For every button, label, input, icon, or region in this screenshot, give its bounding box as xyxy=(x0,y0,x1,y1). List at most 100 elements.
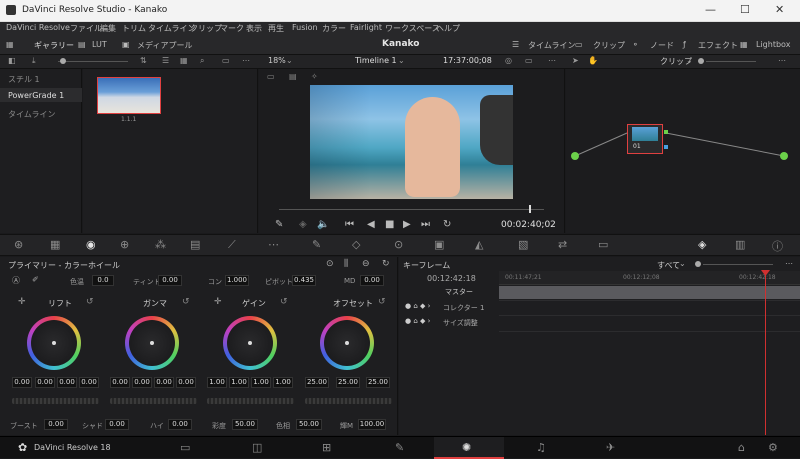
offset-b[interactable]: 25.00 xyxy=(366,377,390,388)
gain-r[interactable]: 1.00 xyxy=(229,377,249,388)
track-enable-dot[interactable]: ● ⌂ ◆ › xyxy=(405,302,430,310)
timeline-ruler[interactable]: 00:11:47;21 00:12:12;08 00:12:42:18 xyxy=(499,271,800,285)
keyframe-playhead[interactable] xyxy=(765,273,766,435)
log-icon[interactable]: ⊖ xyxy=(362,259,370,269)
lum-mix-field[interactable]: 100.00 xyxy=(358,419,386,430)
still-icon[interactable]: ▭ xyxy=(222,56,230,65)
sidebar-toggle-icon[interactable]: ◧ xyxy=(8,56,16,65)
menu-mark[interactable]: マーク xyxy=(220,23,244,34)
offset-g[interactable]: 25.00 xyxy=(336,377,360,388)
tint-field[interactable]: 0.00 xyxy=(158,275,182,286)
wipe-icon[interactable]: ▭ xyxy=(267,72,275,81)
hand-icon[interactable]: ✋ xyxy=(588,56,598,65)
reset-icon[interactable]: ⊙ xyxy=(326,259,334,269)
reset-icon[interactable]: ↺ xyxy=(378,297,386,307)
menu-playback[interactable]: 再生 xyxy=(268,23,284,34)
gamma-wheel[interactable] xyxy=(125,316,179,370)
lift-g[interactable]: 0.00 xyxy=(57,377,77,388)
skip-forward-icon[interactable]: ⏭ xyxy=(421,219,430,230)
rgb-mixer-icon[interactable]: ⁂ xyxy=(155,238,166,251)
reset-icon[interactable]: ↺ xyxy=(86,297,94,307)
skip-back-icon[interactable]: ⏮ xyxy=(345,219,354,230)
saturation-field[interactable]: 50.00 xyxy=(232,419,258,430)
tracker-icon[interactable]: ⊙ xyxy=(394,238,403,251)
cut-page-icon[interactable]: ▭ xyxy=(180,441,190,454)
input-node[interactable] xyxy=(571,152,579,160)
import-icon[interactable]: ⤓ xyxy=(32,56,36,66)
gallery-item-timeline[interactable]: タイムライン xyxy=(8,109,55,120)
stop-icon[interactable]: ■ xyxy=(385,219,394,230)
menu-timeline[interactable]: タイムライン xyxy=(148,23,195,34)
fairlight-fx-icon[interactable]: ✎ xyxy=(395,441,404,454)
info-icon[interactable]: ⓘ xyxy=(772,238,783,254)
reset-all-icon[interactable]: ↻ xyxy=(382,259,390,269)
lift-wheel[interactable] xyxy=(27,316,81,370)
keyframe-zoom-slider[interactable] xyxy=(703,264,773,265)
blur-icon[interactable]: ◭ xyxy=(475,238,483,251)
boost-field[interactable]: 0.00 xyxy=(44,419,68,430)
highlight-icon[interactable]: ◎ xyxy=(505,56,512,65)
menu-view[interactable]: 表示 xyxy=(246,23,262,34)
menu-fusion[interactable]: Fusion xyxy=(292,23,318,32)
offset-master-slider[interactable] xyxy=(305,398,392,404)
color-match-icon[interactable]: ▦ xyxy=(50,238,60,251)
pointer-icon[interactable]: ➤ xyxy=(572,56,579,65)
search-icon[interactable]: ⌕ xyxy=(200,56,204,66)
gamma-b[interactable]: 0.00 xyxy=(176,377,196,388)
fusion-page-icon[interactable]: ⊞ xyxy=(322,441,331,454)
more-icon[interactable]: ⋯ xyxy=(548,56,556,65)
shadow-field[interactable]: 0.00 xyxy=(105,419,129,430)
hdr-wheels-icon[interactable]: ⊕ xyxy=(120,238,129,251)
color-warper-icon[interactable]: ⋯ xyxy=(268,238,279,251)
offset-wheel[interactable] xyxy=(320,316,374,370)
minimize-button[interactable]: — xyxy=(705,3,716,16)
temp-field[interactable]: 0.0 xyxy=(92,275,114,286)
still-thumbnail[interactable] xyxy=(97,77,161,114)
menu-file[interactable]: ファイル xyxy=(70,23,102,34)
pen-icon[interactable]: ✎ xyxy=(275,219,283,230)
lift-y[interactable]: 0.00 xyxy=(12,377,32,388)
track-sizing[interactable]: サイズ調整 xyxy=(443,318,543,332)
menu-workspace[interactable]: ワークスペース xyxy=(385,23,440,34)
thumb-size-slider[interactable] xyxy=(58,61,128,62)
keyframe-zoom-handle[interactable] xyxy=(695,261,701,267)
gallery-item-powergrade[interactable]: PowerGrade 1 xyxy=(8,91,64,100)
close-button[interactable]: ✕ xyxy=(775,3,784,16)
menu-davinci[interactable]: DaVinci Resolve xyxy=(6,23,70,32)
md-field[interactable]: 0.00 xyxy=(360,275,384,286)
qualifier-icon[interactable]: ✎ xyxy=(312,238,321,251)
menu-help[interactable]: ヘルプ xyxy=(436,23,460,34)
gain-b[interactable]: 1.00 xyxy=(273,377,293,388)
node-tab[interactable]: ノード xyxy=(650,40,674,51)
timeline-tab[interactable]: タイムライン xyxy=(528,40,575,51)
node-output-port[interactable] xyxy=(664,130,668,134)
grid-view-icon[interactable]: ▦ xyxy=(180,56,188,65)
clip-tab[interactable]: クリップ xyxy=(593,40,625,51)
magic-mask-icon[interactable]: ▣ xyxy=(434,238,444,251)
menu-color[interactable]: カラー xyxy=(322,23,346,34)
gain-wheel[interactable] xyxy=(223,316,277,370)
gain-master-slider[interactable] xyxy=(207,398,294,404)
node-zoom-handle[interactable] xyxy=(698,58,704,64)
scrubber-playhead[interactable] xyxy=(529,205,531,213)
lightbox-tab[interactable]: Lightbox xyxy=(756,40,790,49)
contrast-field[interactable]: 1.000 xyxy=(225,275,249,286)
menu-edit[interactable]: 編集 xyxy=(100,23,116,34)
picker-icon[interactable]: ✐ xyxy=(32,275,39,284)
more-icon[interactable]: ⋯ xyxy=(785,259,793,268)
window-icon[interactable]: ◇ xyxy=(352,238,360,251)
play-reverse-icon[interactable]: ◀ xyxy=(367,219,375,230)
gain-g[interactable]: 1.00 xyxy=(251,377,271,388)
sort-icon[interactable]: ⇅ xyxy=(140,56,147,65)
bars-icon[interactable]: ⫼ xyxy=(344,259,348,269)
keyframe-filter[interactable]: すべて xyxy=(657,260,680,271)
loop-icon[interactable]: ↻ xyxy=(443,219,451,230)
node-zoom-slider[interactable] xyxy=(706,61,756,62)
lut-tab[interactable]: LUT xyxy=(92,40,107,49)
gamma-master-slider[interactable] xyxy=(110,398,197,404)
hue-field[interactable]: 50.00 xyxy=(296,419,322,430)
gain-y[interactable]: 1.00 xyxy=(207,377,227,388)
node-alpha-port[interactable] xyxy=(664,145,668,149)
pivot-field[interactable]: 0.435 xyxy=(292,275,316,286)
timeline-select[interactable]: Timeline 1 xyxy=(355,56,397,65)
